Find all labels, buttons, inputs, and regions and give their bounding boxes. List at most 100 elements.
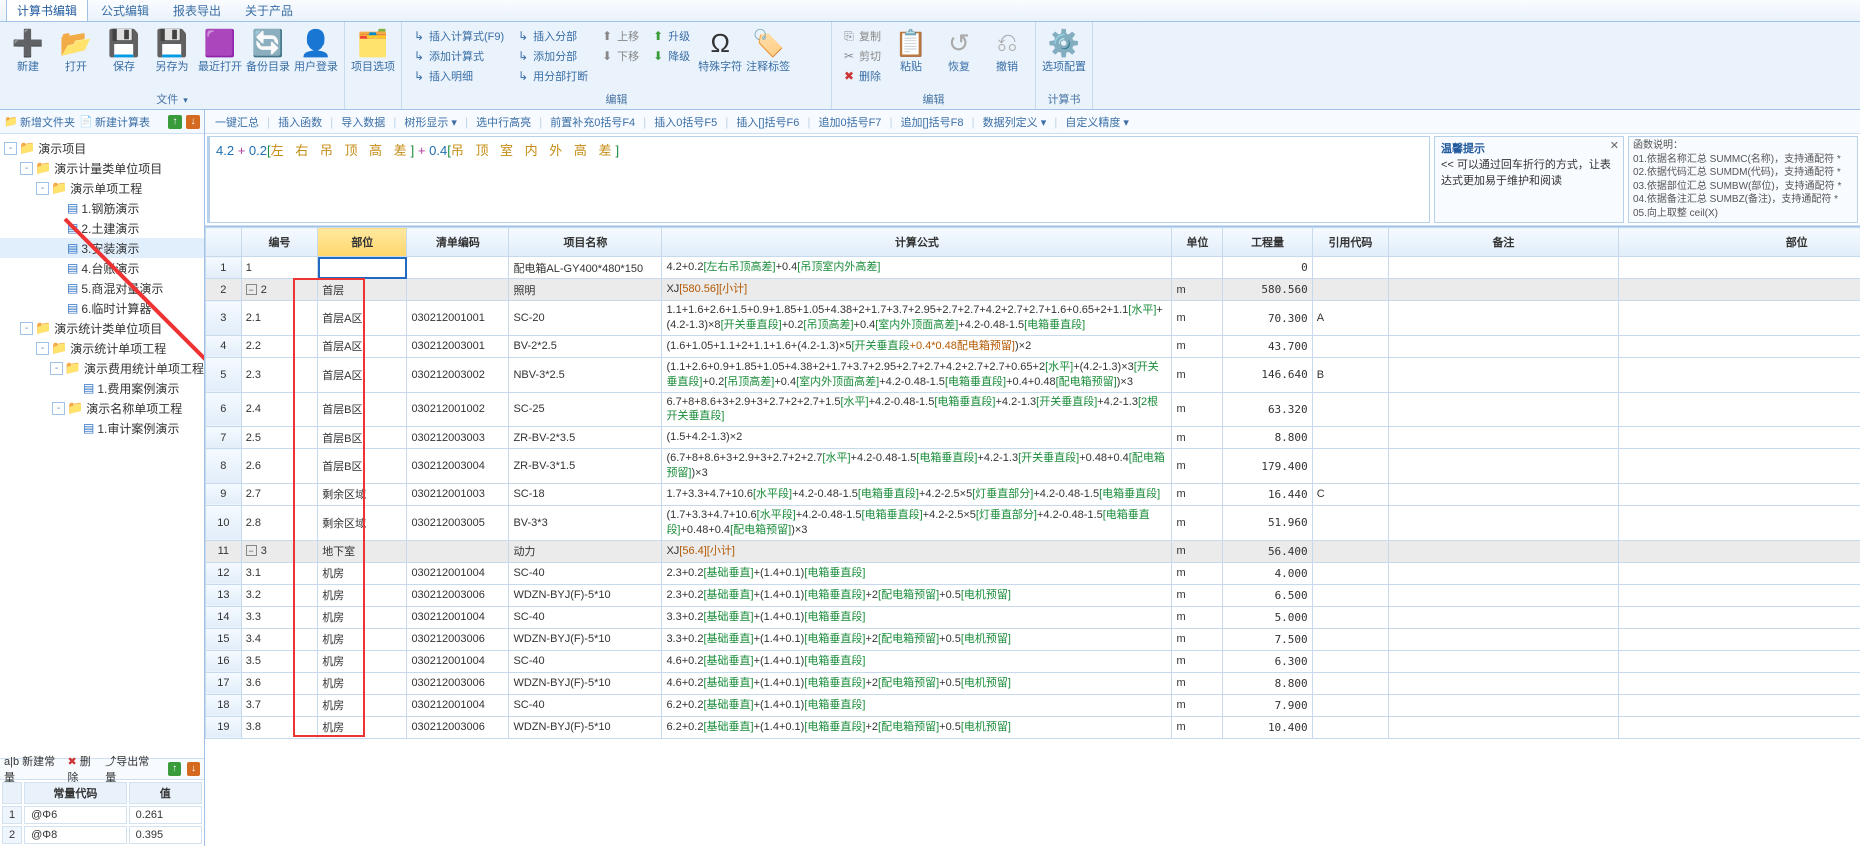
tree-file[interactable]: ▤1.钢筋演示	[0, 198, 204, 218]
col-yydm[interactable]: 引用代码	[1312, 228, 1389, 257]
table-row[interactable]: 92.7剩余区域030212001003SC-181.7+3.3+4.7+10.…	[206, 483, 1860, 505]
tree-file[interactable]: ▤6.临时计算器	[0, 298, 204, 318]
col-dw[interactable]: 单位	[1172, 228, 1223, 257]
tree-expander-icon[interactable]: -	[52, 402, 65, 415]
tree-expander-icon[interactable]: -	[36, 182, 49, 195]
table-row[interactable]: 183.7机房030212001004SC-406.2+0.2[基础垂直]+(1…	[206, 694, 1860, 716]
tree-expander-icon[interactable]: -	[4, 142, 17, 155]
insert-part-button[interactable]: ↳插入分部	[512, 27, 592, 45]
toolbar-item[interactable]: 插入[]括号F6	[732, 114, 803, 130]
row-header[interactable]: 11	[206, 540, 242, 562]
row-header[interactable]: 9	[206, 483, 242, 505]
col-gcl[interactable]: 工程量	[1223, 228, 1312, 257]
col-qdbm[interactable]: 清单编码	[407, 228, 509, 257]
restore-button[interactable]: ↺恢复	[935, 25, 983, 76]
table-row[interactable]: 143.3机房030212001004SC-403.3+0.2[基础垂直]+(1…	[206, 606, 1860, 628]
table-row[interactable]: 133.2机房030212003006WDZN-BYJ(F)-5*102.3+0…	[206, 584, 1860, 606]
tree-expander-icon[interactable]: -	[36, 342, 49, 355]
toolbar-item[interactable]: 一键汇总	[211, 114, 263, 130]
move-up-button[interactable]: ⬆上移	[596, 27, 643, 45]
table-row[interactable]: 2−2首层照明XJ[580.56][小计]m580.560	[206, 279, 1860, 301]
toolbar-item[interactable]: 导入数据	[337, 114, 389, 130]
row-header[interactable]: 10	[206, 505, 242, 540]
col-rowno[interactable]	[206, 228, 242, 257]
row-header[interactable]: 5	[206, 357, 242, 392]
special-char-button[interactable]: Ω特殊字符	[696, 25, 744, 76]
toolbar-item[interactable]: 数据列定义 ▾	[979, 114, 1051, 130]
row-expander-icon[interactable]: −	[246, 284, 257, 295]
table-row[interactable]: 52.3首层A区030212003002NBV-3*2.5(1.1+2.6+0.…	[206, 357, 1860, 392]
col-bz[interactable]: 备注	[1389, 228, 1619, 257]
toolbar-item[interactable]: 插入0括号F5	[650, 114, 721, 130]
table-row[interactable]: 173.6机房030212003006WDZN-BYJ(F)-5*104.6+0…	[206, 672, 1860, 694]
toolbar-item[interactable]: 追加[]括号F8	[897, 114, 968, 130]
login-button[interactable]: 👤用户登录	[292, 25, 340, 76]
table-row[interactable]: 82.6首层B区030212003004ZR-BV-3*1.5(6.7+8+8.…	[206, 449, 1860, 484]
table-row[interactable]: 11−3地下室动力XJ[56.4][小计]m56.400	[206, 540, 1860, 562]
tree-expander-icon[interactable]: -	[20, 162, 33, 175]
tree-file[interactable]: ▤4.台账演示	[0, 258, 204, 278]
insert-formula-button[interactable]: ↳插入计算式(F9)	[408, 27, 508, 45]
table-row[interactable]: 72.5首层B区030212003003ZR-BV-2*3.5(1.5+4.2-…	[206, 427, 1860, 449]
tree-folder[interactable]: -📁演示计量类单位项目	[0, 158, 204, 178]
grid-scroll[interactable]: 编号 部位 清单编码 项目名称 计算公式 单位 工程量 引用代码 备注 部位 不…	[205, 226, 1860, 846]
tab-report-export[interactable]: 报表导出	[162, 0, 232, 21]
formula-editor[interactable]: 4.2 + 0.2[左 右 吊 顶 高 差] + 0.4[吊 顶 室 内 外 高…	[207, 136, 1430, 223]
row-header[interactable]: 13	[206, 584, 242, 606]
table-row[interactable]: 163.5机房030212001004SC-404.6+0.2[基础垂直]+(1…	[206, 650, 1860, 672]
toolbar-item[interactable]: 自定义精度 ▾	[1061, 114, 1133, 130]
row-header[interactable]: 1	[206, 257, 242, 279]
row-header[interactable]: 16	[206, 650, 242, 672]
col-bh[interactable]: 编号	[241, 228, 318, 257]
copy-button[interactable]: ⎘复制	[838, 27, 885, 45]
row-header[interactable]: 14	[206, 606, 242, 628]
row-header[interactable]: 8	[206, 449, 242, 484]
option-config-button[interactable]: ⚙️选项配置	[1040, 25, 1088, 76]
move-node-up[interactable]: ↑	[168, 115, 182, 129]
delete-button[interactable]: ✖删除	[838, 67, 885, 85]
col-jsgs[interactable]: 计算公式	[662, 228, 1172, 257]
row-header[interactable]: 2	[206, 279, 242, 301]
new-table-button[interactable]: 📄新建计算表	[79, 114, 150, 130]
const-up[interactable]: ↑	[168, 762, 181, 776]
table-row[interactable]: 153.4机房030212003006WDZN-BYJ(F)-5*103.3+0…	[206, 628, 1860, 650]
move-node-down[interactable]: ↓	[186, 115, 200, 129]
row-expander-icon[interactable]: −	[246, 545, 257, 556]
const-down[interactable]: ↓	[187, 762, 200, 776]
row-header[interactable]: 18	[206, 694, 242, 716]
use-part-button[interactable]: ↳用分部打断	[512, 67, 592, 85]
project-tree[interactable]: -📁演示项目-📁演示计量类单位项目-📁演示单项工程▤1.钢筋演示▤2.土建演示▤…	[0, 134, 204, 758]
tree-expander-icon[interactable]: -	[50, 362, 63, 375]
insert-detail-button[interactable]: ↳插入明细	[408, 67, 508, 85]
undo-button[interactable]: ⎌撤销	[983, 25, 1031, 76]
tree-file[interactable]: ▤3.安装演示	[0, 238, 204, 258]
tree-file[interactable]: ▤1.审计案例演示	[0, 418, 204, 438]
comment-tag-button[interactable]: 🏷️注释标签	[744, 25, 792, 76]
tree-folder[interactable]: -📁演示名称单项工程	[0, 398, 204, 418]
table-row[interactable]: 62.4首层B区030212001002SC-256.7+8+8.6+3+2.9…	[206, 392, 1860, 427]
cut-button[interactable]: ✂剪切	[838, 47, 885, 65]
table-row[interactable]: 102.8剩余区域030212003005BV-3*3(1.7+3.3+4.7+…	[206, 505, 1860, 540]
col-bw[interactable]: 部位	[318, 228, 407, 257]
table-row[interactable]: 193.8机房030212003006WDZN-BYJ(F)-5*106.2+0…	[206, 716, 1860, 738]
new-button[interactable]: ➕新建	[4, 25, 52, 76]
backup-button[interactable]: 🔄备份目录	[244, 25, 292, 76]
row-header[interactable]: 6	[206, 392, 242, 427]
toolbar-item[interactable]: 前置补充0括号F4	[546, 114, 639, 130]
data-grid[interactable]: 编号 部位 清单编码 项目名称 计算公式 单位 工程量 引用代码 备注 部位 不…	[205, 227, 1860, 739]
row-header[interactable]: 3	[206, 301, 242, 336]
row-header[interactable]: 15	[206, 628, 242, 650]
upgrade-button[interactable]: ⬆升级	[647, 27, 694, 45]
save-button[interactable]: 💾保存	[100, 25, 148, 76]
recent-button[interactable]: 🟪最近打开	[196, 25, 244, 76]
tree-folder[interactable]: -📁演示统计单项工程	[0, 338, 204, 358]
tree-expander-icon[interactable]: -	[20, 322, 33, 335]
row-header[interactable]: 17	[206, 672, 242, 694]
tab-formula-edit[interactable]: 公式编辑	[90, 0, 160, 21]
tab-about[interactable]: 关于产品	[234, 0, 304, 21]
toolbar-item[interactable]: 树形显示 ▾	[400, 114, 461, 130]
tree-file[interactable]: ▤2.土建演示	[0, 218, 204, 238]
row-header[interactable]: 19	[206, 716, 242, 738]
table-row[interactable]: 11配电箱AL-GY400*480*1504.2+0.2[左右吊顶高差]+0.4…	[206, 257, 1860, 279]
toolbar-item[interactable]: 追加0括号F7	[814, 114, 885, 130]
